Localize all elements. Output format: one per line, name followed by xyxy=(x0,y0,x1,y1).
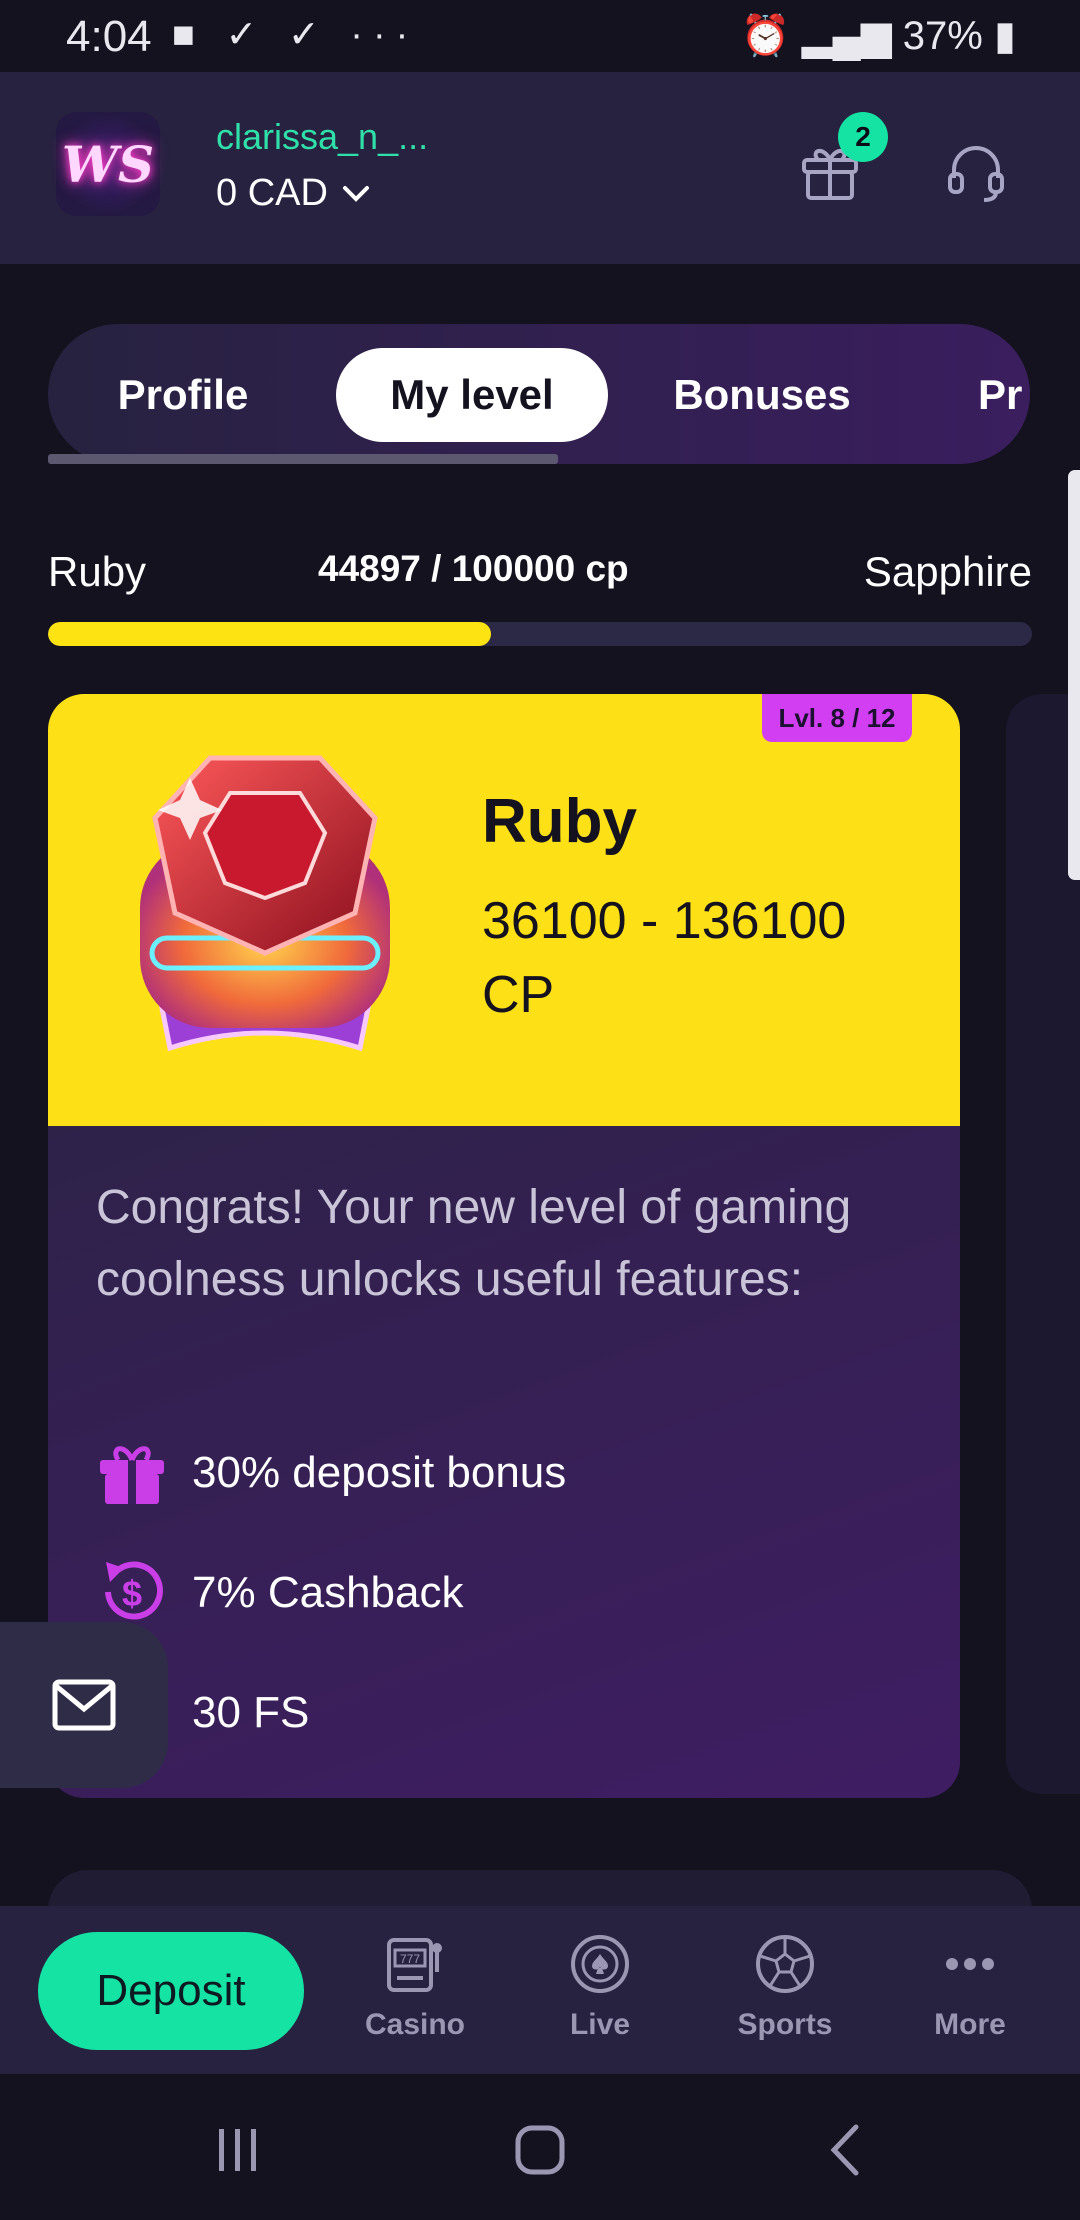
logo-text: WS xyxy=(61,134,155,194)
battery-percent: 37% xyxy=(902,14,983,58)
tab-profile[interactable]: Profile xyxy=(88,348,278,442)
status-notification-icons: ■ ✓ ✓ ··· xyxy=(172,14,419,56)
username[interactable]: clarissa_n_... xyxy=(216,116,428,158)
chevron-down-icon xyxy=(342,185,369,202)
feature-cashback: 7% Cashback xyxy=(192,1568,464,1617)
alarm-icon: ⏰ xyxy=(740,14,791,58)
nav-sports-label: Sports xyxy=(737,2008,833,2041)
status-battery: ⏰ ▂▄▆ 37% ▮ xyxy=(741,12,1016,59)
nav-sports[interactable]: Sports xyxy=(710,1932,860,2052)
level-range: 36100 - 136100 CP xyxy=(482,892,847,1024)
ruby-gem-icon xyxy=(140,755,390,1052)
level-progress-fill xyxy=(48,622,491,646)
svg-text:$: $ xyxy=(122,1573,142,1614)
nav-more-label: More xyxy=(934,2008,1006,2041)
deposit-button[interactable]: Deposit xyxy=(38,1932,304,2050)
feature-deposit-bonus: 30% deposit bonus xyxy=(192,1448,567,1497)
envelope-icon xyxy=(52,1679,116,1731)
status-bar: 4:04 ■ ✓ ✓ ··· ⏰ ▂▄▆ 37% ▮ xyxy=(0,0,1080,72)
battery-icon: ▮ xyxy=(993,14,1016,58)
app-header: WS clarissa_n_... 0 CAD 2 xyxy=(0,72,1080,264)
current-level-label: Ruby xyxy=(48,548,147,595)
cashback-icon: $ xyxy=(96,1556,168,1628)
poker-chip-icon xyxy=(571,1935,629,1993)
recent-apps-icon xyxy=(219,2129,256,2171)
tab-my-level[interactable]: My level xyxy=(336,348,608,442)
level-progress-bar xyxy=(48,622,1032,646)
home-button[interactable] xyxy=(500,2118,580,2182)
balance-selector[interactable]: 0 CAD xyxy=(216,172,370,215)
soccer-ball-icon xyxy=(756,1935,814,1993)
profile-tabs: Profile My level Bonuses Pr xyxy=(48,324,1030,464)
more-dots-icon xyxy=(946,1958,994,1970)
tab-promo[interactable]: Pr xyxy=(978,348,1030,442)
app-logo[interactable]: WS xyxy=(56,112,160,216)
bottom-nav: Deposit 777 Casino Live Sports More xyxy=(0,1906,1080,2074)
nav-live[interactable]: Live xyxy=(525,1932,675,2052)
nav-casino-label: Casino xyxy=(364,2008,466,2041)
headset-icon xyxy=(948,146,1004,202)
back-button[interactable] xyxy=(804,2118,884,2182)
slot-machine-icon: 777 xyxy=(387,1938,442,1992)
messages-button[interactable] xyxy=(0,1622,168,1788)
gift-icon xyxy=(96,1436,168,1508)
home-icon xyxy=(515,2125,565,2175)
svg-text:777: 777 xyxy=(400,1952,420,1966)
congrats-text: Congrats! Your new level of gaming cooln… xyxy=(96,1181,852,1306)
level-badge: Lvl. 8 / 12 xyxy=(762,694,912,742)
recent-apps-button[interactable] xyxy=(198,2118,278,2182)
nav-live-label: Live xyxy=(569,2008,631,2041)
nav-casino[interactable]: 777 Casino xyxy=(340,1932,490,2052)
feature-free-spins: 30 FS xyxy=(192,1688,310,1737)
back-chevron-icon xyxy=(830,2124,859,2176)
next-level-label: Sapphire xyxy=(863,548,1032,595)
nav-more[interactable]: More xyxy=(895,1932,1045,2052)
level-title: Ruby xyxy=(482,787,637,856)
gift-count-badge: 2 xyxy=(838,112,888,162)
tabs-scroll-indicator xyxy=(48,454,558,464)
scrollbar[interactable] xyxy=(1068,470,1080,880)
signal-icon: ▂▄▆ xyxy=(801,14,892,58)
level-points: 44897 / 100000 cp xyxy=(318,548,629,589)
balance-value: 0 CAD xyxy=(216,172,328,214)
status-time: 4:04 xyxy=(66,12,152,61)
tab-bonuses[interactable]: Bonuses xyxy=(642,348,882,442)
system-nav-bar xyxy=(0,2074,1080,2220)
support-button[interactable] xyxy=(934,130,1018,214)
